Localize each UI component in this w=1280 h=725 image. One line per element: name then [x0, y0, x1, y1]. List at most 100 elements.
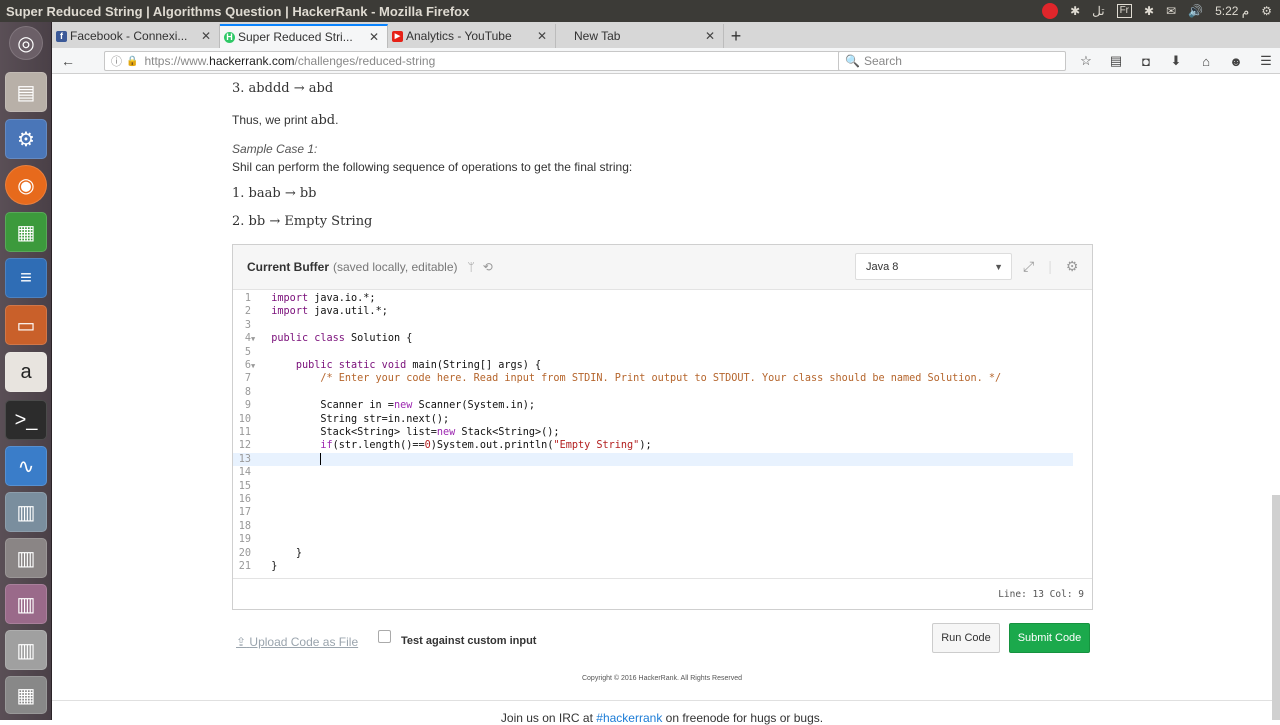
pocket-icon[interactable]: ◘ [1136, 50, 1156, 72]
info-icon[interactable]: ⓘ [111, 53, 122, 69]
bookmark-star-icon[interactable]: ☆ [1076, 50, 1096, 72]
code-line[interactable]: 1 import java.io.*; [233, 292, 1092, 305]
browser-nav-bar: ← ⓘ 🔒 https://www.hackerrank.com/challen… [52, 48, 1280, 74]
code-line[interactable]: 3 [233, 319, 1092, 332]
url-text[interactable]: https://www.hackerrank.com/challenges/re… [144, 54, 435, 68]
upload-code-link[interactable]: ⇪ Upload Code as File [236, 635, 358, 649]
volume-icon[interactable]: 🔊 [1188, 4, 1203, 18]
downloads-icon[interactable]: ⬇ [1166, 50, 1186, 72]
editor-status-bar: Line: 13 Col: 9 [233, 578, 1092, 609]
custom-input-label[interactable]: Test against custom input [401, 635, 536, 647]
search-bar[interactable]: 🔍 Search [838, 51, 1066, 71]
back-button[interactable]: ← [56, 50, 80, 72]
spreadsheet-icon[interactable]: ▦ [5, 212, 47, 252]
operation-1: 1. baab → bb [232, 186, 317, 201]
network-icon[interactable]: ﺗﻞ [1092, 4, 1104, 18]
submit-code-button[interactable]: Submit Code [1009, 623, 1090, 653]
tab-label: Super Reduced Stri... [238, 30, 353, 44]
code-line[interactable]: 9 Scanner in =new Scanner(System.in); [233, 399, 1092, 412]
close-tab-icon[interactable]: ✕ [201, 29, 211, 43]
system-top-panel: Super Reduced String | Algorithms Questi… [0, 0, 1280, 22]
amazon-icon[interactable]: a [5, 352, 47, 392]
app-stack-1-icon[interactable]: ▥ [5, 492, 47, 532]
menu-hamburger-icon[interactable]: ☰ [1256, 50, 1276, 72]
text-document-icon[interactable]: ≡ [5, 258, 47, 298]
code-line[interactable]: 19 [233, 533, 1092, 546]
code-line[interactable]: 12 if(str.length()==0)System.out.println… [233, 439, 1092, 452]
code-line[interactable]: 8 [233, 386, 1092, 399]
code-line[interactable]: 17 [233, 506, 1092, 519]
code-line[interactable]: 6▼ public static void main(String[] args… [233, 359, 1092, 372]
code-line[interactable]: 5 [233, 346, 1092, 359]
unity-launcher: ◎ ▤ ⚙ ◉ ▦ ≡ ▭ a >_ ∿ ▥ ▥ ▥ ▥ ▦ [0, 22, 52, 720]
code-line[interactable]: 16 [233, 493, 1092, 506]
firefox-icon[interactable]: ◉ [5, 165, 47, 205]
home-icon[interactable]: ⌂ [1196, 50, 1216, 72]
page-scrollbar[interactable] [1272, 495, 1280, 720]
tab-analytics-youtube[interactable]: ▶ Analytics - YouTube ✕ [388, 24, 556, 48]
language-select[interactable]: Java 8 ▼ [855, 253, 1012, 280]
code-area[interactable]: 1 import java.io.*; 2 import java.util.*… [233, 290, 1092, 578]
upload-icon: ⇪ [236, 635, 247, 649]
app-stack-2-icon[interactable]: ▥ [5, 538, 47, 578]
code-line[interactable]: 14 [233, 466, 1092, 479]
ubuntu-dash-icon[interactable]: ◎ [9, 26, 43, 60]
tab-super-reduced-string[interactable]: H Super Reduced Stri... ✕ [220, 24, 388, 48]
close-tab-icon[interactable]: ✕ [369, 30, 379, 44]
editor-header: Current Buffer (saved locally, editable)… [233, 245, 1092, 290]
fullscreen-icon[interactable]: ⤢ [1023, 258, 1034, 275]
page-content: 3. abddd → abd Thus, we print abd. Sampl… [52, 75, 1280, 725]
settings-gear-icon[interactable]: ⚙ [1066, 258, 1079, 275]
close-tab-icon[interactable]: ✕ [537, 29, 547, 43]
extension-icon[interactable]: ☻ [1226, 50, 1246, 72]
code-line[interactable]: 15 [233, 480, 1092, 493]
system-monitor-icon[interactable]: ∿ [5, 446, 47, 486]
record-indicator-icon[interactable] [1042, 3, 1059, 19]
code-line[interactable]: 4▼ public class Solution { [233, 332, 1092, 345]
editor-tool-icons: ⤢ | ⚙ [1023, 258, 1078, 275]
code-line-current[interactable]: 13 [233, 452, 1073, 467]
app-stack-3-icon[interactable]: ▥ [5, 584, 47, 624]
irc-notice: Join us on IRC at #hackerrank on freenod… [500, 711, 824, 725]
history-icon[interactable]: ⟲ [483, 260, 493, 274]
cursor-position: Line: 13 Col: 9 [998, 589, 1084, 600]
bluetooth-icon[interactable]: ✱ [1070, 4, 1080, 18]
branch-icon[interactable]: ᛘ [468, 260, 475, 274]
code-line[interactable]: 2 import java.util.*; [233, 305, 1092, 318]
keyboard-layout-indicator[interactable]: Fr [1116, 4, 1133, 18]
bluetooth-status-icon[interactable]: ✱ [1144, 4, 1154, 18]
url-bar[interactable]: ⓘ 🔒 https://www.hackerrank.com/challenge… [104, 51, 882, 71]
clock[interactable]: 5:22 م [1215, 4, 1249, 18]
tab-label: New Tab [574, 29, 621, 43]
mail-icon[interactable]: ✉ [1166, 4, 1176, 18]
tab-facebook[interactable]: f Facebook - Connexi... ✕ [52, 24, 220, 48]
power-icon[interactable]: ⚙ [1261, 4, 1272, 18]
system-settings-icon[interactable]: ⚙ [5, 119, 47, 159]
code-line[interactable]: 11 Stack<String> list=new Stack<String>(… [233, 426, 1092, 439]
browser-tab-strip: f Facebook - Connexi... ✕ H Super Reduce… [52, 22, 1280, 48]
reading-list-icon[interactable]: ▤ [1106, 50, 1126, 72]
search-icon: 🔍 [845, 54, 860, 68]
new-tab-button[interactable]: + [724, 24, 748, 48]
run-code-button[interactable]: Run Code [932, 623, 1000, 653]
code-line[interactable]: 21 } [233, 560, 1092, 573]
tab-label: Facebook - Connexi... [70, 29, 188, 43]
files-icon[interactable]: ▤ [5, 72, 47, 112]
hackerrank-favicon-icon: H [224, 31, 235, 43]
code-line[interactable]: 10 String str=in.next(); [233, 413, 1092, 426]
step-3: 3. abddd → abd [232, 81, 334, 96]
terminal-icon[interactable]: >_ [5, 400, 47, 440]
code-line[interactable]: 18 [233, 520, 1092, 533]
custom-input-checkbox[interactable] [378, 630, 391, 643]
code-line[interactable]: 20 } [233, 547, 1092, 560]
browser-toolbar-icons: ☆ ▤ ◘ ⬇ ⌂ ☻ ☰ [1076, 50, 1276, 72]
close-tab-icon[interactable]: ✕ [705, 29, 715, 43]
irc-link[interactable]: #hackerrank [596, 711, 662, 725]
tab-label: Analytics - YouTube [406, 29, 512, 43]
tab-new-tab[interactable]: New Tab ✕ [556, 24, 724, 48]
app-stack-4-icon[interactable]: ▥ [5, 630, 47, 670]
workspace-switcher-icon[interactable]: ▦ [5, 676, 47, 714]
code-line[interactable]: 7 /* Enter your code here. Read input fr… [233, 372, 1092, 385]
operation-2: 2. bb → Empty String [232, 214, 373, 229]
presentation-icon[interactable]: ▭ [5, 305, 47, 345]
